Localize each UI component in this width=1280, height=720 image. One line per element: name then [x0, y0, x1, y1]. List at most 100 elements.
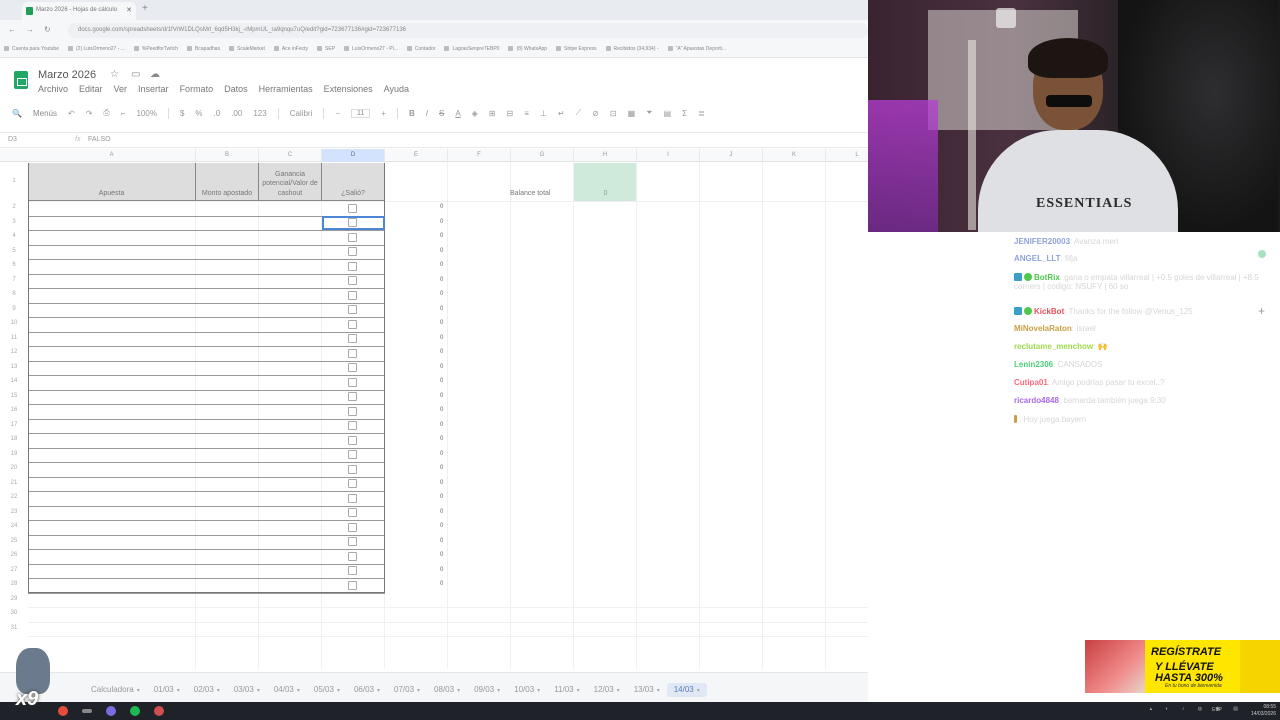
salio-checkbox[interactable]	[348, 348, 357, 358]
row-number[interactable]: 11	[0, 335, 28, 341]
star-icon[interactable]: ☆	[110, 69, 119, 80]
increase-decimal-icon[interactable]: .00	[231, 109, 242, 118]
salio-checkbox[interactable]	[348, 479, 357, 488]
row-number[interactable]: 16	[0, 407, 28, 413]
chat-username[interactable]: KickBot	[1034, 307, 1064, 316]
number-format-button[interactable]: 123	[253, 109, 266, 118]
chat-username[interactable]: reclutame_menchow	[1014, 342, 1093, 351]
result-cell[interactable]: 0	[440, 552, 443, 558]
selected-cell[interactable]	[322, 216, 385, 230]
result-cell[interactable]: 0	[440, 422, 443, 428]
row-number[interactable]: 20	[0, 465, 28, 471]
row-number[interactable]: 15	[0, 393, 28, 399]
sheet-tab[interactable]: 06/03 ▾	[347, 683, 387, 697]
row-number[interactable]: 22	[0, 494, 28, 500]
row-number[interactable]: 12	[0, 349, 28, 355]
bookmark-item[interactable]: SEP	[317, 46, 335, 52]
paint-format-icon[interactable]: ⌐	[121, 109, 126, 118]
salio-checkbox[interactable]	[348, 580, 357, 590]
column-header[interactable]: A	[28, 149, 196, 162]
row-number[interactable]: 13	[0, 364, 28, 370]
column-header[interactable]: I	[637, 149, 700, 162]
row-number[interactable]: 1	[0, 178, 28, 184]
sheet-tab[interactable]: 04/03 ▾	[267, 683, 307, 697]
font-select[interactable]: Calibri	[290, 109, 313, 118]
column-header[interactable]: L	[826, 149, 868, 162]
chat-username[interactable]: ricardo4848	[1014, 396, 1059, 405]
sheet-tab[interactable]: 13/03 ▾	[627, 683, 667, 697]
sheet-tab[interactable]: 09/03 ▾	[467, 683, 507, 697]
salio-checkbox[interactable]	[348, 551, 357, 561]
chat-username[interactable]: ANGEL_LLT	[1014, 254, 1061, 263]
chevron-down-icon[interactable]: ▾	[457, 688, 460, 694]
text-rotation-icon[interactable]: ⟋	[576, 108, 582, 118]
formula-input[interactable]: FALSO	[88, 136, 111, 143]
salio-checkbox[interactable]	[348, 319, 357, 329]
chevron-down-icon[interactable]: ▾	[417, 688, 420, 694]
salio-checkbox[interactable]	[348, 290, 357, 300]
salio-checkbox[interactable]	[348, 435, 357, 445]
result-cell[interactable]: 0	[440, 378, 443, 384]
bookmark-item[interactable]: Cuenta para Youtube	[4, 46, 59, 52]
chat-username[interactable]: Cutipa01	[1014, 378, 1048, 387]
salio-checkbox[interactable]	[348, 377, 357, 387]
sheet-tab[interactable]: 10/03 ▾	[507, 683, 547, 697]
menu-item[interactable]: Editar	[79, 84, 103, 94]
print-icon[interactable]: ⎙	[103, 108, 109, 118]
document-title[interactable]: Marzo 2026	[38, 69, 96, 81]
chevron-down-icon[interactable]: ▾	[297, 688, 300, 694]
row-number[interactable]: 8	[0, 291, 28, 297]
result-cell[interactable]: 0	[440, 393, 443, 399]
chrome-app-icon[interactable]	[58, 706, 68, 716]
menu-item[interactable]: Herramientas	[259, 84, 313, 94]
font-size-increase-icon[interactable]: +	[381, 109, 386, 118]
bookmark-item[interactable]: %PeedforTwitch	[134, 46, 178, 52]
undo-icon[interactable]: ↶	[68, 109, 75, 118]
vertical-align-icon[interactable]: ⊥	[540, 109, 547, 118]
row-number[interactable]: 23	[0, 509, 28, 515]
salio-checkbox[interactable]	[348, 247, 357, 256]
result-cell[interactable]: 0	[440, 567, 443, 573]
search-menus[interactable]: Menús	[33, 109, 57, 118]
result-cell[interactable]: 0	[440, 509, 443, 515]
sheets-logo-icon[interactable]	[14, 71, 28, 89]
salio-checkbox[interactable]	[348, 203, 357, 213]
move-folder-icon[interactable]: ▭	[131, 69, 140, 80]
sheet-tab[interactable]: Calculadora ▾	[84, 683, 147, 697]
salio-checkbox[interactable]	[348, 363, 357, 372]
salio-checkbox[interactable]	[348, 464, 357, 474]
chat-username[interactable]: BotRix	[1034, 273, 1060, 282]
redo-icon[interactable]: ↷	[86, 109, 93, 118]
row-number[interactable]: 27	[0, 567, 28, 573]
bookmark-item[interactable]: Contador	[407, 46, 436, 52]
result-cell[interactable]: 0	[440, 451, 443, 457]
row-number[interactable]: 6	[0, 262, 28, 268]
result-cell[interactable]: 0	[440, 436, 443, 442]
sheet-tab[interactable]: 12/03 ▾	[587, 683, 627, 697]
forward-icon[interactable]: →	[26, 25, 34, 34]
column-header[interactable]: K	[763, 149, 826, 162]
salio-checkbox[interactable]	[348, 450, 357, 459]
zoom-select[interactable]: 100%	[136, 109, 156, 118]
chat-username[interactable]: Lenin2306	[1014, 360, 1053, 369]
salio-checkbox[interactable]	[348, 261, 357, 271]
browser-tab[interactable]: Marzo 2026 - Hojas de cálculo ✕	[22, 2, 136, 20]
chat-username[interactable]: JENIFER20003	[1014, 237, 1070, 246]
row-number[interactable]: 21	[0, 480, 28, 486]
column-header[interactable]: E	[385, 149, 448, 162]
row-number[interactable]: 25	[0, 538, 28, 544]
sheet-tab[interactable]: 03/03 ▾	[227, 683, 267, 697]
row-number[interactable]: 29	[0, 596, 28, 602]
result-cell[interactable]: 0	[440, 219, 443, 225]
result-cell[interactable]: 0	[440, 407, 443, 413]
sheet-tab[interactable]: 01/03 ▾	[147, 683, 187, 697]
chevron-down-icon[interactable]: ▾	[617, 688, 620, 694]
font-size-decrease-icon[interactable]: −	[335, 109, 340, 118]
chevron-down-icon[interactable]: ▾	[177, 688, 180, 694]
column-header[interactable]: C	[259, 149, 322, 162]
chevron-down-icon[interactable]: ▾	[577, 688, 580, 694]
url-field[interactable]: docs.google.com/spreadsheets/d/1fVrW1DLQ…	[68, 23, 868, 38]
column-header[interactable]: H	[574, 149, 637, 162]
chevron-down-icon[interactable]: ▾	[257, 688, 260, 694]
text-wrap-icon[interactable]: ↵	[558, 109, 565, 118]
